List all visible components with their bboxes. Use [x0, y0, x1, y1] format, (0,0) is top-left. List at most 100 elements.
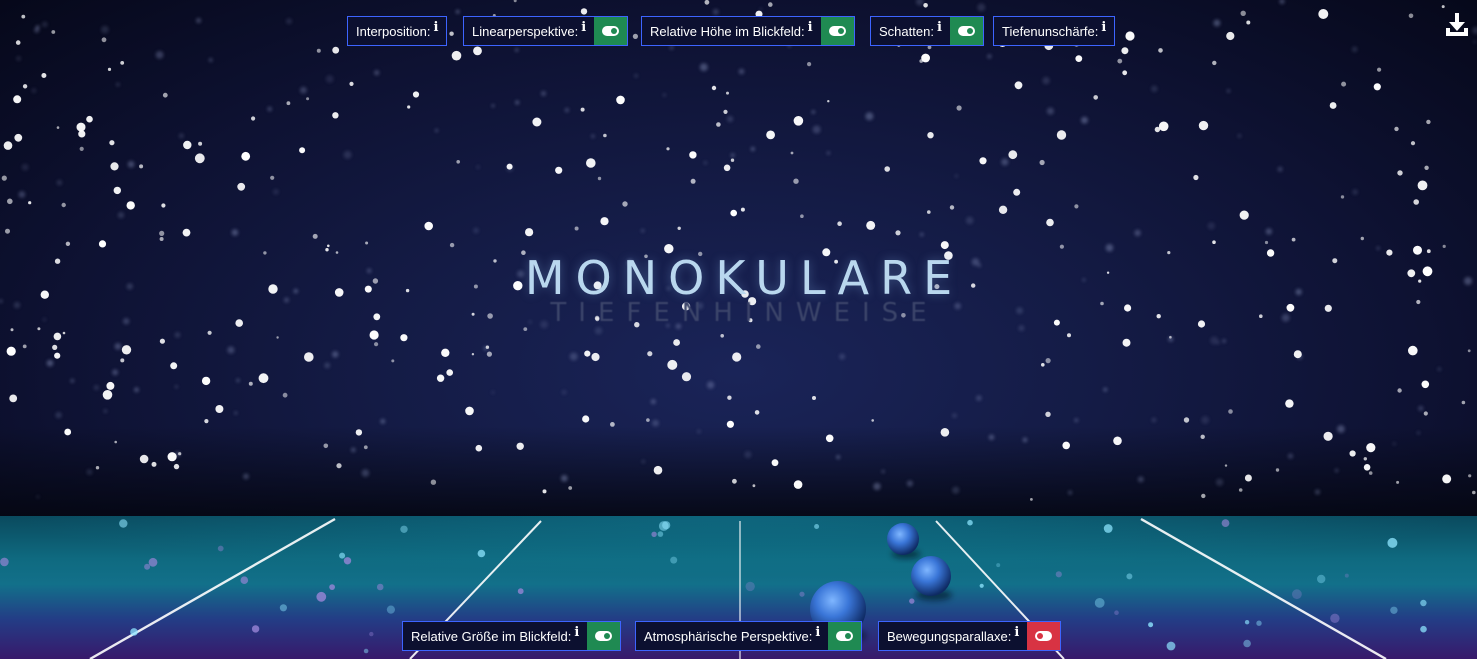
toggle-atmosphaerische-perspektive[interactable] [828, 622, 862, 650]
star [167, 452, 177, 462]
star [1158, 121, 1169, 132]
floor-particle [1126, 573, 1133, 580]
toggle-linearperspektive[interactable] [594, 17, 628, 45]
star [1193, 174, 1199, 181]
star [865, 112, 874, 121]
info-icon[interactable]: i [1014, 625, 1019, 640]
download-icon[interactable] [1445, 12, 1469, 38]
floor-particle [1317, 574, 1326, 584]
star [455, 9, 460, 14]
star [446, 369, 454, 376]
floor-particle [670, 556, 678, 564]
star [95, 466, 100, 470]
star [215, 405, 224, 413]
star [1122, 70, 1128, 76]
star [1424, 165, 1429, 170]
star [1291, 237, 1296, 242]
toggle-schatten[interactable] [949, 17, 983, 45]
star [120, 358, 125, 363]
toggle-bewegungsparallaxe[interactable] [1027, 622, 1061, 650]
star [525, 228, 534, 237]
star [750, 146, 755, 152]
star [1093, 95, 1098, 100]
star [1421, 380, 1430, 389]
star [837, 221, 842, 226]
star [365, 241, 369, 245]
info-icon[interactable]: i [581, 20, 586, 35]
star [286, 18, 292, 25]
star [738, 68, 745, 75]
cue-tiefenunschaerfe: Tiefenunschärfe: i [993, 16, 1116, 46]
star [1279, 0, 1285, 5]
star [227, 346, 235, 354]
star [1437, 367, 1442, 371]
info-icon[interactable]: i [937, 20, 942, 35]
floor-particle [1166, 641, 1176, 651]
star [998, 205, 1008, 214]
star [793, 480, 803, 489]
star [70, 378, 75, 383]
star [103, 409, 108, 413]
floor-particle [1221, 519, 1230, 527]
floor-particle [657, 531, 664, 537]
floor-particle [799, 591, 805, 597]
star [236, 378, 240, 383]
scene: MONOKULARE TIEFENHINWEISE Interposition:… [0, 0, 1477, 659]
info-icon[interactable]: i [815, 625, 820, 640]
cue-label-wrap: Interposition: i [348, 17, 446, 45]
star [580, 8, 588, 15]
star [1239, 210, 1249, 220]
star [811, 110, 816, 114]
star [1074, 418, 1079, 423]
star [703, 161, 708, 165]
toggle-relative-groesse[interactable] [587, 622, 621, 650]
floor-particle [814, 524, 820, 529]
star [667, 359, 678, 370]
star [126, 201, 135, 210]
cue-relative-groesse: Relative Größe im Blickfeld: i [402, 621, 622, 651]
floor-particle [363, 648, 369, 654]
star [800, 214, 804, 218]
star [979, 157, 987, 165]
sphere [911, 556, 951, 596]
star [1022, 437, 1028, 443]
floor-particle [1256, 620, 1262, 626]
star [915, 0, 924, 6]
star [827, 100, 830, 103]
star [1137, 476, 1144, 483]
star [1045, 411, 1051, 417]
info-icon[interactable]: i [433, 20, 438, 35]
toggle-relative-hoehe[interactable] [820, 17, 854, 45]
floor-particle [1420, 599, 1427, 607]
cue-atmosphaerische-perspektive: Atmosphärische Perspektive: i [635, 621, 863, 651]
info-icon[interactable]: i [808, 20, 813, 35]
star [812, 396, 816, 400]
info-icon[interactable]: i [1101, 20, 1106, 35]
star [923, 3, 928, 8]
star [101, 37, 107, 43]
star [1062, 441, 1070, 450]
star [594, 327, 603, 335]
star [1244, 474, 1252, 482]
info-icon[interactable]: i [574, 625, 579, 640]
star [306, 97, 310, 101]
star [363, 445, 368, 450]
star [1, 175, 7, 181]
cue-label: Relative Größe im Blickfeld: [411, 628, 572, 644]
floor-particle [745, 581, 755, 592]
star [1113, 436, 1122, 446]
star [1001, 158, 1009, 166]
star [1467, 349, 1471, 353]
star [730, 158, 735, 162]
star [412, 91, 420, 98]
star [603, 133, 607, 138]
star [194, 153, 205, 164]
star [590, 134, 595, 139]
star [1366, 443, 1376, 453]
star [1334, 468, 1339, 473]
star [251, 116, 256, 121]
star [726, 420, 735, 428]
star [616, 95, 625, 105]
star [723, 109, 728, 114]
star [391, 359, 395, 363]
